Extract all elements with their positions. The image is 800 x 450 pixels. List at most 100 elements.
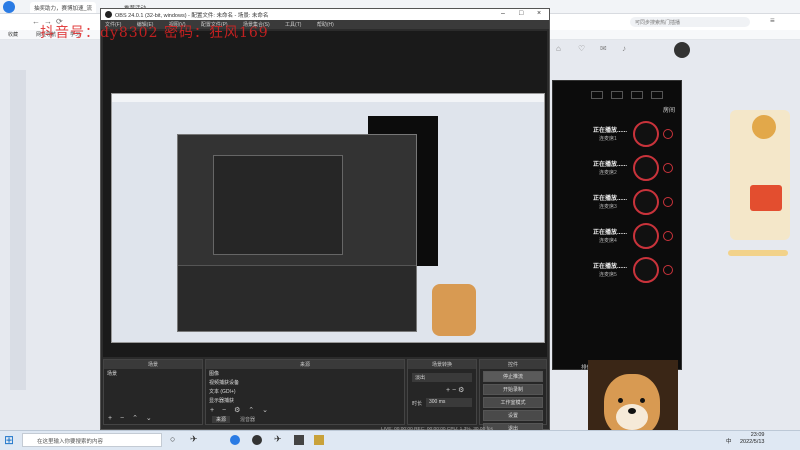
paper-plane-icon[interactable]: ✈: [274, 434, 282, 445]
mic-avatar-ring[interactable]: [633, 223, 659, 249]
promo-strip: [728, 250, 788, 256]
mic-avatar-ring[interactable]: [633, 257, 659, 283]
stop-streaming-button[interactable]: 停止推流: [483, 371, 543, 382]
mic-seat-row[interactable]: 正在播放...... 连麦席5: [563, 257, 681, 293]
mic-status: 正在播放......: [593, 162, 628, 168]
transitions-dock-title: 场景转换: [408, 360, 476, 369]
minimize-icon[interactable]: –: [501, 10, 505, 17]
mic-seat-row[interactable]: 正在播放...... 连麦席1: [563, 121, 681, 157]
system-clock[interactable]: 23:09 2022/5/13: [740, 432, 764, 446]
nested-browser-bar: [112, 94, 544, 102]
source-item[interactable]: 文本 (GDI+): [206, 387, 404, 396]
task-view-icon[interactable]: ○: [170, 434, 175, 444]
obs-logo-icon: [105, 11, 112, 18]
browser-app-icon[interactable]: [230, 435, 240, 445]
page-header-icons: ⌂ ♡ ✉ ♪: [556, 42, 690, 62]
windows-start-icon[interactable]: ⊞: [4, 433, 14, 447]
square-icon[interactable]: [611, 91, 623, 99]
controls-dock-title: 控件: [480, 360, 546, 369]
coin-icon: [752, 115, 776, 139]
maximize-icon[interactable]: □: [519, 10, 523, 17]
mic-status: 正在播放......: [593, 196, 628, 202]
left-scroll-gutter: [10, 70, 26, 390]
back-icon[interactable]: ←: [32, 17, 40, 26]
obs-window: OBS 24.0.1 (32-bit, windows) - 配置文件: 未命名…: [100, 8, 550, 434]
mic-avatar-ring[interactable]: [633, 155, 659, 181]
menu-tools[interactable]: 工具(T): [285, 22, 301, 28]
nested-docks: [178, 265, 416, 331]
browser-search-input[interactable]: 可同步搜索热门插播: [630, 17, 750, 27]
mic-seat-row[interactable]: 正在播放...... 连麦席4: [563, 223, 681, 259]
source-item[interactable]: 显示器捕获: [206, 396, 404, 405]
source-controls[interactable]: + − ⚙ ⌃ ⌄: [210, 406, 271, 414]
avatar[interactable]: [674, 42, 690, 58]
sources-dock: 来源 图像 视频捕获设备 文本 (GDI+) 显示器捕获 + − ⚙ ⌃ ⌄ 来…: [205, 359, 405, 425]
heart-icon[interactable]: ♡: [578, 44, 585, 53]
mic-seat-panel: 房间 正在播放...... 连麦席1 正在播放...... 连麦席2 正在播放.…: [552, 80, 682, 371]
studio-mode-button[interactable]: 工作室模式: [483, 397, 543, 408]
dog-eye: [640, 398, 645, 403]
mic-avatar-ring[interactable]: [633, 121, 659, 147]
overlay-text: 抖音号：dy8302 密码：狂风169: [40, 25, 269, 41]
nested-obs: [177, 134, 417, 332]
red-envelope-icon[interactable]: [750, 185, 782, 211]
transition-select[interactable]: 淡出: [412, 373, 472, 382]
mute-icon[interactable]: [663, 163, 673, 173]
mic-status: 正在播放......: [593, 128, 628, 134]
menu-icon[interactable]: ≡: [770, 16, 775, 25]
dog-nose: [628, 408, 636, 414]
square-icon[interactable]: [591, 91, 603, 99]
message-icon[interactable]: ✉: [600, 44, 607, 53]
panel-title: 房间: [663, 108, 676, 114]
dog-eye: [618, 398, 623, 403]
obs-app-icon[interactable]: [252, 435, 262, 445]
clock-date: 2022/5/13: [740, 439, 765, 445]
scene-item[interactable]: 场景: [104, 369, 202, 378]
nested-dog-cam: [432, 284, 476, 336]
mic-seat-row[interactable]: 正在播放...... 连麦席2: [563, 155, 681, 191]
obs-titlebar: OBS 24.0.1 (32-bit, windows) - 配置文件: 未命名…: [101, 9, 549, 20]
duration-label: 时长: [412, 401, 423, 407]
sources-dock-title: 来源: [206, 360, 404, 369]
controls-dock: 控件 停止推流 开始录制 工作室模式 设置 退出: [479, 359, 547, 434]
mic-avatar-ring[interactable]: [633, 189, 659, 215]
start-recording-button[interactable]: 开始录制: [483, 384, 543, 395]
menu-help[interactable]: 帮助(H): [317, 22, 334, 28]
square-icon[interactable]: [651, 91, 663, 99]
tab-mixer[interactable]: 混音器: [236, 416, 259, 423]
scenes-dock: 场景 场景 + − ⌃ ⌄: [103, 359, 203, 425]
duration-input[interactable]: 300 ms: [426, 398, 472, 407]
bell-icon[interactable]: ♪: [622, 44, 626, 53]
bookmark-item[interactable]: 收藏: [8, 31, 18, 38]
mic-seat-row[interactable]: 正在播放...... 连麦席3: [563, 189, 681, 225]
square-icon[interactable]: [631, 91, 643, 99]
close-icon[interactable]: ×: [537, 10, 541, 17]
taskbar-search-input[interactable]: 在这里输入你要搜索的内容: [22, 433, 162, 447]
app-icon[interactable]: [314, 435, 324, 445]
mute-icon[interactable]: [663, 265, 673, 275]
browser-tab-active[interactable]: 抽奖助力，赛博加速_流: [30, 2, 97, 13]
transitions-dock: 场景转换 淡出 + − ⚙ 时长 300 ms: [407, 359, 477, 425]
input-language[interactable]: 中: [726, 437, 732, 445]
scenes-dock-title: 场景: [104, 360, 202, 369]
mic-status: 正在播放......: [593, 264, 628, 270]
obs-title: OBS 24.0.1 (32-bit, windows) - 配置文件: 未命名…: [115, 13, 269, 19]
mic-status: 正在播放......: [593, 230, 628, 236]
mute-icon[interactable]: [663, 197, 673, 207]
mic-name: 连麦席2: [599, 170, 617, 176]
scene-controls[interactable]: + − ⌃ ⌄: [108, 414, 155, 422]
mute-icon[interactable]: [663, 231, 673, 241]
settings-button[interactable]: 设置: [483, 410, 543, 421]
app-icon[interactable]: [294, 435, 304, 445]
transition-controls[interactable]: + − ⚙: [446, 386, 464, 394]
obs-preview[interactable]: [103, 31, 547, 357]
tab-sources[interactable]: 来源: [212, 416, 231, 423]
feather-icon[interactable]: ✈: [190, 434, 198, 445]
source-item[interactable]: 视频捕获设备: [206, 378, 404, 387]
mic-name: 连麦席1: [599, 136, 617, 142]
source-item[interactable]: 图像: [206, 369, 404, 378]
mute-icon[interactable]: [663, 129, 673, 139]
browser-logo-icon: [3, 1, 15, 13]
taskbar-pinned-apps: ○ ✈ ✈: [170, 434, 410, 446]
home-icon[interactable]: ⌂: [556, 44, 561, 53]
